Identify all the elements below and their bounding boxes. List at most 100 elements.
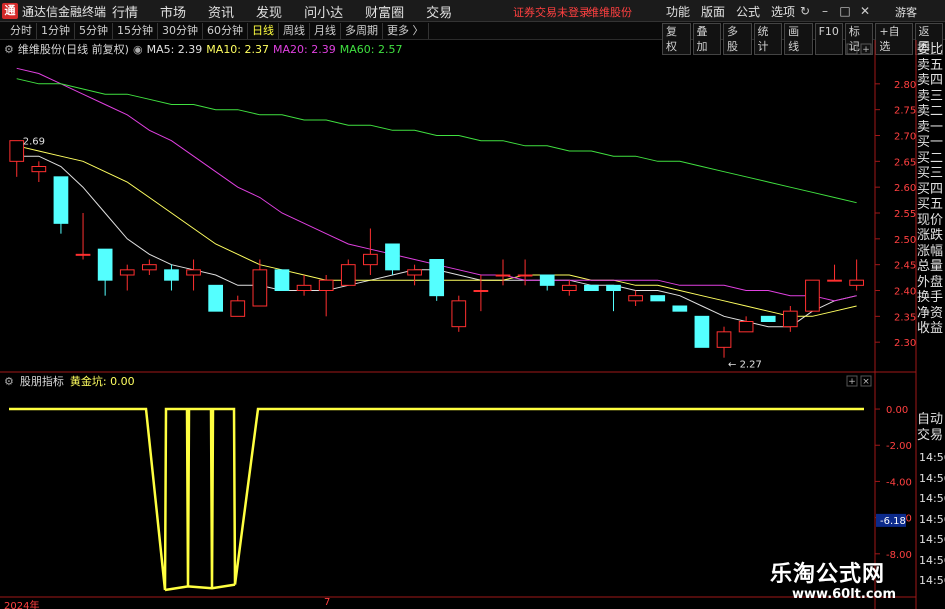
sub-y-tick-label-0: 0.00 (886, 405, 908, 416)
month-label: 7 (324, 597, 331, 608)
kline-chart[interactable]: 2.30 2.35 2.40 2.45 2.50 2.55 2.60 2.65 2.70 2.75… (0, 0, 945, 609)
candle-19 (429, 259, 445, 301)
price-annotation-1: ← 2.27 (728, 360, 762, 371)
candle-2 (53, 176, 69, 234)
side-item-0: 委比 (917, 42, 944, 57)
candle-14 (318, 275, 334, 317)
candle-20 (451, 295, 467, 332)
trade-side-panel: 自动 交易 (917, 412, 945, 443)
sub-y-tick-label-4: -8.00 (886, 550, 912, 561)
candle-body-33 (738, 321, 754, 333)
y-tick-label-0: 2.30 (894, 338, 916, 349)
candle-10 (230, 295, 246, 317)
candle-13 (296, 275, 312, 296)
candle-body-0 (9, 140, 25, 162)
candle-17 (385, 243, 400, 275)
candle-6 (141, 259, 157, 275)
price-annotation-0: 2.69 (23, 137, 45, 148)
side-item-6: 买一 (917, 135, 944, 150)
candle-body-20 (451, 300, 467, 328)
candle-9 (208, 284, 224, 312)
y-tick-label-2: 2.40 (894, 287, 916, 298)
candle-body-11 (252, 269, 268, 307)
candle-body-25 (561, 284, 577, 292)
tick-times: 14:56 14:56 14:56 14:56 14:56 14:56 14:56 (919, 448, 945, 592)
candle-7 (164, 264, 179, 291)
candle-body-2 (53, 176, 69, 224)
candle-body-27 (606, 284, 621, 292)
candle-body-10 (230, 300, 246, 317)
side-item-16: 换手 (917, 290, 944, 305)
candle-body-13 (296, 284, 312, 292)
tick-time-0: 14:56 (919, 451, 945, 464)
candle-0 (9, 140, 25, 177)
candle-28 (628, 290, 643, 306)
sub-close-pane-icon[interactable]: × (862, 377, 870, 387)
tick-time-4: 14:56 (919, 533, 945, 546)
candle-body-17 (385, 243, 400, 271)
candle-body-7 (164, 269, 179, 281)
side-item-17: 净资 (917, 305, 944, 321)
candle-body-22 (495, 274, 511, 277)
candle-body-21 (473, 290, 489, 292)
y-tick-label-9: 2.75 (894, 106, 916, 117)
candle-30 (672, 305, 688, 312)
candle-37 (827, 264, 842, 282)
quote-side-panel: 委比 卖五 卖四 卖三 卖二 卖一 买一 买二 买三 买四 买五 现价 涨跌 涨幅 总量 外盘 换手 净资 收益 (917, 42, 945, 337)
candle-body-9 (208, 284, 224, 312)
candle-32 (716, 326, 732, 358)
candle-12 (274, 269, 290, 292)
sub-zoom-in-icon[interactable]: + (848, 377, 856, 387)
candle-8 (186, 259, 201, 291)
ma-line-ma5 (16, 155, 857, 328)
side-item-2: 卖四 (917, 73, 944, 88)
side-item-12: 涨跌 (917, 228, 944, 243)
side-item-3: 卖三 (917, 88, 944, 104)
candle-25 (561, 280, 577, 296)
y-tick-label-10: 2.80 (894, 80, 916, 91)
candle-22 (495, 259, 511, 286)
candle-body-36 (805, 279, 820, 312)
candle-33 (738, 316, 754, 333)
candle-body-29 (650, 295, 666, 302)
candle-body-30 (672, 305, 688, 312)
side-item-14: 总量 (917, 259, 944, 274)
side-item-8: 买三 (917, 166, 944, 181)
zoom-in-icon[interactable]: + (862, 45, 870, 55)
candle-36 (805, 279, 820, 312)
gold-pit-bottom-line (164, 583, 236, 592)
candle-body-24 (539, 274, 555, 286)
candle-34 (760, 315, 776, 323)
side-item-1: 卖五 (917, 57, 944, 73)
candle-23 (517, 259, 533, 286)
side-item-7: 买二 (917, 150, 944, 166)
candle-11 (252, 259, 268, 307)
candle-body-19 (429, 259, 445, 297)
candle-24 (539, 274, 555, 291)
tick-time-6: 14:56 (919, 574, 945, 587)
candle-body-28 (628, 295, 643, 302)
ma-line-ma60 (16, 78, 857, 204)
candle-35 (782, 306, 798, 332)
candle-body-14 (318, 279, 334, 291)
side-item-11: 现价 (917, 212, 944, 228)
y-tick-label-8: 2.70 (894, 132, 916, 143)
candle-38 (849, 259, 864, 291)
y-tick-label-1: 2.35 (894, 312, 916, 323)
candle-31 (694, 315, 710, 348)
candle-18 (407, 264, 422, 286)
candle-body-8 (186, 269, 201, 276)
zoom-out-icon[interactable]: − (848, 45, 856, 55)
candle-body-31 (694, 315, 710, 348)
y-tick-label-4: 2.50 (894, 235, 916, 246)
candle-26 (584, 284, 599, 292)
gold-pit-line (9, 407, 864, 591)
tick-time-3: 14:56 (919, 512, 945, 526)
candle-4 (97, 248, 113, 296)
tick-time-1: 14:56 (919, 471, 945, 485)
candle-27 (606, 284, 621, 312)
year-label: 2024年 (4, 601, 40, 609)
sub-y-tick-label-2: -4.00 (886, 477, 912, 488)
candle-1 (31, 161, 47, 182)
side-item-10: 买五 (917, 197, 944, 212)
